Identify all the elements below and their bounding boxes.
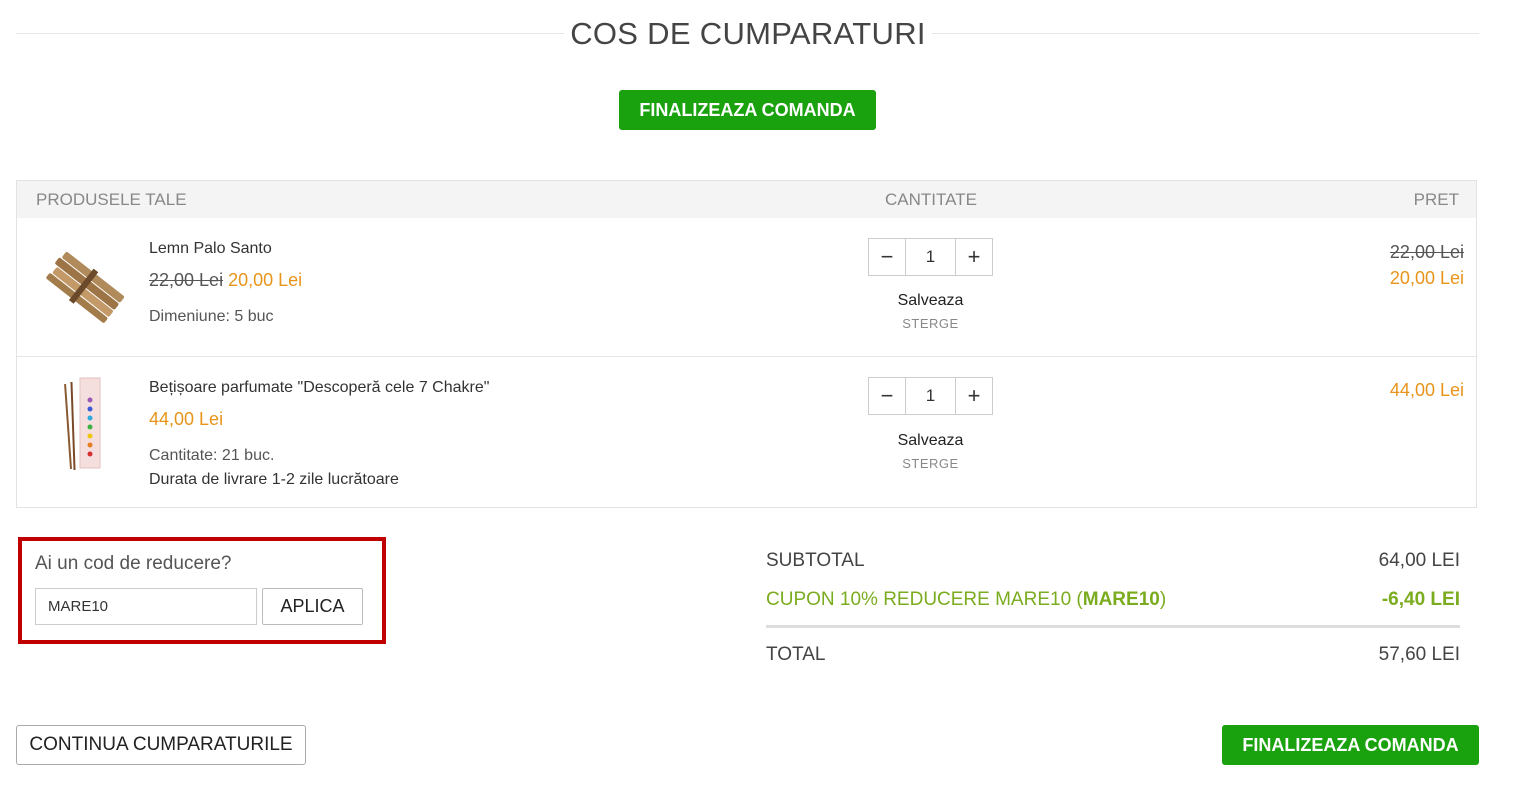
line-old-price: 22,00 Lei [1389,242,1464,262]
save-for-later-link[interactable]: Salveaza [868,432,993,450]
decrease-quantity-button[interactable]: − [869,378,905,414]
line-price: 44,00 Lei [1389,380,1464,400]
product-old-price: 22,00 Lei [149,270,224,290]
product-price: 22,00 Lei 20,00 Lei [149,270,302,291]
coupon-code-input[interactable] [35,588,257,625]
coupon-label-prefix: CUPON 10% REDUCERE MARE10 ( [766,589,1083,610]
product-attribute: Dimeniune: 5 buc [149,308,274,325]
product-image-palo-santo[interactable] [39,240,131,332]
product-name[interactable]: Lemn Palo Santo [149,240,272,258]
product-new-price: 44,00 Lei [149,409,224,429]
quantity-value[interactable]: 1 [905,378,956,414]
quantity-stepper: − 1 + [868,238,993,276]
remove-item-link[interactable]: STERGE [868,456,993,471]
coupon-section: Ai un cod de reducere? APLICA [18,537,386,644]
total-value: 57,60 LEI [1378,644,1460,665]
increase-quantity-button[interactable]: + [956,239,992,275]
title-divider-right [932,33,1479,34]
coupon-label-suffix: ) [1159,589,1167,610]
header-price: PRET [1413,190,1459,209]
product-image-chakra-incense[interactable] [63,376,107,474]
product-name[interactable]: Bețișoare parfumate "Descoperă cele 7 Ch… [149,379,489,397]
delivery-time: Durata de livrare 1-2 zile lucrătoare [149,471,399,488]
subtotal-value: 64,00 LEI [1378,550,1460,571]
header-products: PRODUSELE TALE [36,190,187,209]
save-for-later-link[interactable]: Salveaza [868,292,993,310]
header-quantity: CANTITATE [885,190,977,209]
coupon-label: Ai un cod de reducere? [35,553,232,574]
product-new-price: 20,00 Lei [228,270,303,290]
totals-divider [766,625,1460,628]
quantity-stepper: − 1 + [868,377,993,415]
quantity-value[interactable]: 1 [905,239,956,275]
cart-table: PRODUSELE TALE CANTITATE PRET Lemn Palo … [16,180,1477,508]
coupon-discount-label: CUPON 10% REDUCERE MARE10 (MARE10) [766,589,1166,611]
continue-shopping-button[interactable]: CONTINUA CUMPARATURILE [16,725,306,765]
subtotal-label: SUBTOTAL [766,550,865,571]
cart-table-header: PRODUSELE TALE CANTITATE PRET [17,181,1476,218]
cart-item: Lemn Palo Santo 22,00 Lei 20,00 Lei Dime… [17,218,1476,357]
apply-coupon-button[interactable]: APLICA [262,588,363,625]
coupon-discount-value: -6,40 LEI [1381,589,1460,610]
remove-item-link[interactable]: STERGE [868,316,993,331]
total-label: TOTAL [766,644,826,665]
page-title: COS DE CUMPARATURI [570,16,926,51]
decrease-quantity-button[interactable]: − [869,239,905,275]
cart-item: Bețișoare parfumate "Descoperă cele 7 Ch… [17,357,1476,507]
checkout-button-top[interactable]: FINALIZEAZA COMANDA [619,90,876,130]
page-header: COS DE CUMPARATURI [16,14,1479,58]
product-price: 44,00 Lei [149,409,223,430]
line-price: 20,00 Lei [1389,268,1464,288]
checkout-button-bottom[interactable]: FINALIZEAZA COMANDA [1222,725,1479,765]
increase-quantity-button[interactable]: + [956,378,992,414]
title-divider-left [16,33,564,34]
product-attribute: Cantitate: 21 buc. [149,447,275,464]
coupon-code: MARE10 [1082,589,1160,610]
